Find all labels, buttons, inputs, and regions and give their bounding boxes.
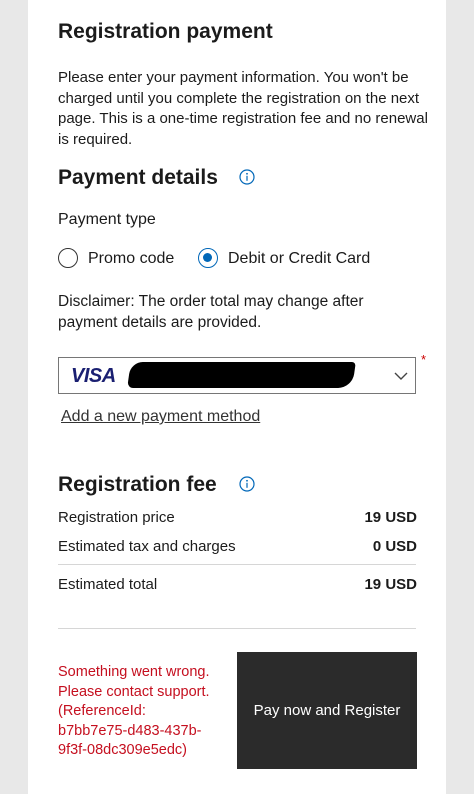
- fee-divider: [58, 564, 416, 565]
- card-radio[interactable]: [198, 248, 218, 268]
- redacted-card-number: [127, 362, 356, 388]
- registration-price-label: Registration price: [58, 509, 175, 526]
- section-divider: [58, 628, 416, 629]
- page-margin-left: [0, 0, 28, 794]
- required-marker: *: [421, 352, 427, 367]
- total-value: 19 USD: [364, 576, 417, 593]
- intro-text: Please enter your payment information. Y…: [58, 69, 428, 148]
- card-option-label: Debit or Credit Card: [228, 250, 371, 267]
- payment-details-info-icon[interactable]: [239, 169, 255, 190]
- promo-code-radio[interactable]: [58, 248, 78, 268]
- registration-fee-heading: Registration fee: [58, 473, 217, 496]
- page-margin-right: [446, 0, 474, 794]
- disclaimer-text: Disclaimer: The order total may change a…: [58, 293, 364, 331]
- tax-label: Estimated tax and charges: [58, 538, 236, 555]
- page-title: Registration payment: [58, 20, 273, 43]
- chevron-down-icon: [393, 369, 409, 387]
- payment-details-heading: Payment details: [58, 166, 218, 189]
- promo-code-option[interactable]: Promo code: [58, 248, 198, 270]
- tax-value: 0 USD: [372, 538, 417, 555]
- total-label: Estimated total: [58, 576, 158, 593]
- promo-code-label: Promo code: [88, 250, 175, 267]
- pay-now-register-button[interactable]: Pay now and Register: [237, 652, 417, 769]
- payment-type-label: Payment type: [58, 211, 156, 228]
- add-payment-method-link[interactable]: Add a new payment method: [61, 408, 260, 426]
- visa-logo: VISA: [71, 365, 116, 387]
- registration-panel: Registration payment Please enter your p…: [28, 0, 446, 794]
- registration-fee-info-icon[interactable]: [239, 476, 255, 497]
- payment-method-select[interactable]: VISA: [58, 357, 416, 394]
- error-message: Something went wrong. Please contact sup…: [58, 664, 210, 758]
- registration-price-value: 19 USD: [364, 509, 417, 526]
- card-option[interactable]: Debit or Credit Card: [198, 248, 398, 270]
